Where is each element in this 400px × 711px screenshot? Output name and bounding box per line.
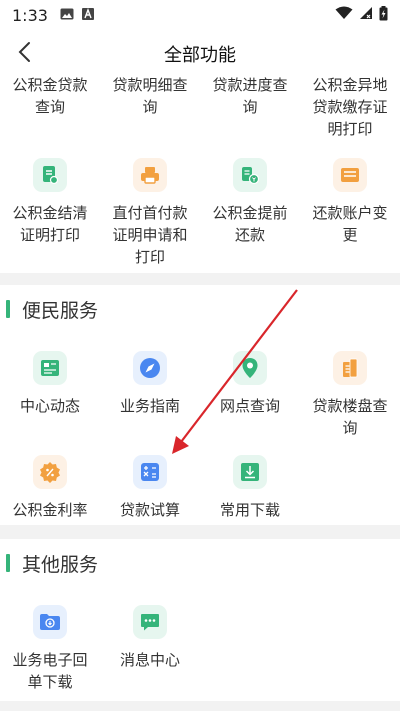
convenience-services-card: 便民服务 中心动态 业务指南 网点查询 贷款楼盘查询 公积金利率 贷款试算 常用…	[0, 285, 400, 525]
wifi-icon	[335, 6, 353, 24]
function-item[interactable]: 常用下载	[200, 455, 300, 521]
function-label: 公积金结清证明打印	[12, 204, 88, 244]
news-icon	[33, 351, 67, 385]
status-time: 1:33	[12, 5, 48, 25]
function-label: 贷款试算	[119, 501, 180, 519]
certificate-icon	[33, 158, 67, 192]
other-services-card: 其他服务 业务电子回单下载 消息中心	[0, 539, 400, 701]
message-icon	[133, 605, 167, 639]
battery-icon	[379, 5, 388, 25]
function-label: 还款账户变更	[312, 204, 388, 244]
page-title: 全部功能	[164, 45, 236, 66]
location-pin-icon	[233, 351, 267, 385]
compass-icon	[133, 351, 167, 385]
function-item[interactable]: 业务指南	[100, 351, 200, 417]
function-item[interactable]: 直付首付款证明申请和打印	[100, 158, 200, 268]
function-item[interactable]: 公积金提前还款	[200, 158, 300, 246]
function-label: 公积金提前还款	[212, 204, 288, 244]
function-label: 公积金利率	[12, 501, 88, 519]
function-label: 贷款明细查询	[112, 76, 188, 116]
section-header: 其他服务	[0, 549, 98, 577]
function-item[interactable]: 中心动态	[0, 351, 100, 417]
function-label: 贷款进度查询	[212, 76, 288, 116]
function-item[interactable]: 还款账户变更	[300, 158, 400, 246]
back-button[interactable]	[10, 40, 38, 68]
function-item[interactable]: 贷款进度查询	[200, 74, 300, 118]
section-title: 其他服务	[22, 553, 99, 576]
function-item[interactable]: 贷款楼盘查询	[300, 351, 400, 439]
loan-services-card: 公积金贷款查询 贷款明细查询 贷款进度查询 公积金异地贷款缴存证明打印 公积金结…	[0, 76, 400, 273]
function-item[interactable]: 网点查询	[200, 351, 300, 417]
function-label: 中心动态	[19, 397, 80, 415]
function-item[interactable]: 业务电子回单下载	[0, 605, 100, 693]
function-label: 网点查询	[219, 397, 280, 415]
status-bar: 1:33	[0, 0, 400, 30]
function-label: 常用下载	[219, 501, 280, 519]
function-item[interactable]: 公积金结清证明打印	[0, 158, 100, 246]
section-title: 便民服务	[22, 299, 99, 322]
repayment-icon	[233, 158, 267, 192]
a-icon	[81, 6, 94, 24]
function-label: 消息中心	[119, 651, 180, 669]
function-label: 业务指南	[119, 397, 180, 415]
signal-icon	[359, 6, 373, 24]
function-item[interactable]: 公积金贷款查询	[0, 74, 100, 118]
header: 全部功能	[0, 30, 400, 78]
function-label: 公积金异地贷款缴存证明打印	[312, 76, 388, 138]
section-accent-bar	[6, 554, 10, 572]
function-item[interactable]: 公积金异地贷款缴存证明打印	[300, 74, 400, 140]
function-label: 业务电子回单下载	[12, 651, 88, 691]
chevron-left-icon	[17, 41, 31, 67]
function-label: 公积金贷款查询	[12, 76, 88, 116]
folder-download-icon	[33, 605, 67, 639]
function-label: 直付首付款证明申请和打印	[112, 204, 188, 266]
building-icon	[333, 351, 367, 385]
account-card-icon	[333, 158, 367, 192]
calculator-icon	[133, 455, 167, 489]
printer-icon	[133, 158, 167, 192]
section-header: 便民服务	[0, 295, 98, 323]
function-item[interactable]: 贷款明细查询	[100, 74, 200, 118]
section-accent-bar	[6, 300, 10, 318]
function-item[interactable]: 公积金利率	[0, 455, 100, 521]
status-right	[335, 5, 388, 25]
download-icon	[233, 455, 267, 489]
percent-icon	[33, 455, 67, 489]
function-label: 贷款楼盘查询	[312, 397, 388, 437]
function-item[interactable]: 消息中心	[100, 605, 200, 671]
image-icon	[60, 6, 74, 24]
function-item[interactable]: 贷款试算	[100, 455, 200, 521]
